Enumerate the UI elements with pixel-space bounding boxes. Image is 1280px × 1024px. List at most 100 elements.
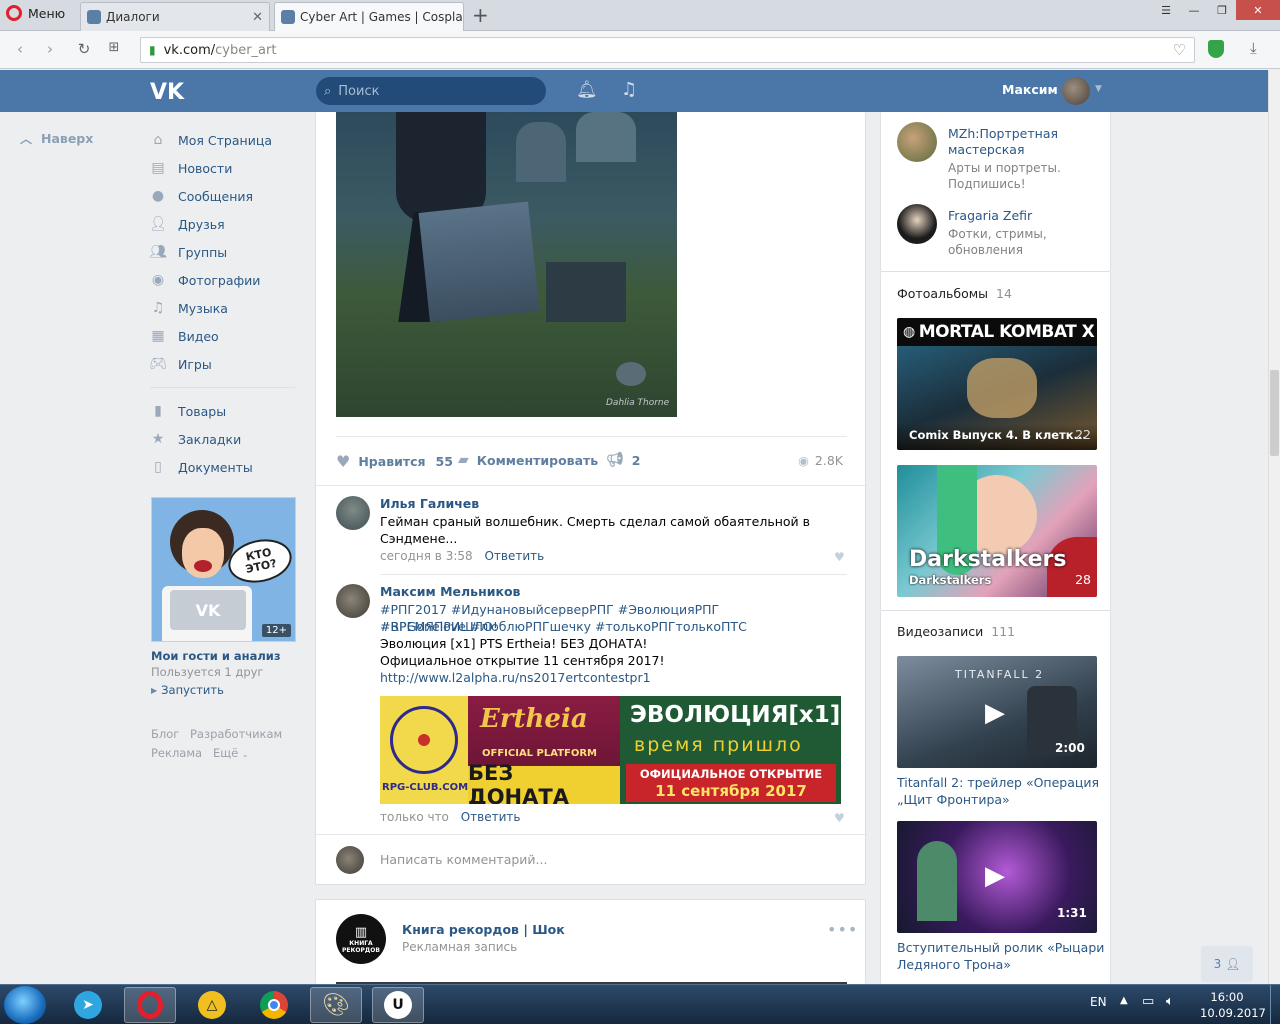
tab-cyber-art[interactable]: Cyber Art | Games | Cospla ✕ [274,2,464,31]
like-button[interactable]: ♥ Нравится 55 [336,452,453,471]
taskbar-app-u[interactable]: U [372,987,424,1023]
album-thumb-mkx[interactable]: ◍ MORTAL KOMBAT X Comix Выпуск 4. В клетк… [897,318,1097,450]
avatar[interactable] [336,496,370,530]
opera-menu-button[interactable]: Меню [6,5,65,21]
new-tab-button[interactable]: + [472,3,489,27]
vk-logo-icon[interactable]: VK [150,78,186,105]
tray-expand-icon[interactable]: ▲ [1120,995,1128,1006]
opera-icon [137,991,163,1019]
taskbar-app-triangle[interactable]: △ [186,987,238,1023]
comment-author[interactable]: Максим Мельников [380,584,520,599]
sidebar-item-video[interactable]: ▦ Видео [150,322,295,350]
bell-icon[interactable]: 🔔︎ [576,80,598,100]
sidebar-item-news[interactable]: ▤ Новости [150,154,295,182]
close-icon[interactable]: ✕ [463,10,464,25]
footer-more-link[interactable]: Ещё ⌄ [213,746,249,760]
footer-developers-link[interactable]: Разработчикам [190,727,282,741]
maximize-icon[interactable]: ❐ [1208,0,1236,20]
start-button-icon[interactable] [4,986,46,1024]
avatar[interactable]: ▥ КНИГА РЕКОРДОВ [336,914,386,964]
volume-icon[interactable]: 🔈︎ [1166,994,1174,1009]
reply-link[interactable]: Ответить [484,549,544,563]
contact-name[interactable]: MZh:Портретная мастерская [948,126,1058,158]
close-icon[interactable]: ✕ [246,10,263,25]
sidebar-item-friends[interactable]: 👤︎ Друзья [149,210,295,238]
reply-link[interactable]: Ответить [461,810,521,824]
show-desktop-button[interactable] [1270,985,1280,1024]
avatar[interactable] [336,584,370,618]
minimize-icon[interactable]: — [1180,0,1208,20]
comment-button[interactable]: ▰ Комментировать [458,452,598,468]
write-comment-input[interactable]: Написать комментарий... [380,852,547,867]
taskbar-telegram[interactable]: ➤ [62,987,114,1023]
comment-link[interactable]: http://www.l2alpha.ru/ns2017ertcontestpr… [380,669,651,686]
speed-dial-icon[interactable]: ⊞ [104,40,124,55]
comment-hashtags[interactable]: #RPGonelove #люблюРПГшечку #толькоРПГтол… [380,618,840,635]
reload-icon[interactable]: ↻ [74,40,94,58]
clock[interactable]: 16:00 10.09.2017 [1200,989,1266,1021]
more-options-icon[interactable]: ••• [827,920,858,939]
taskbar-paint[interactable]: 🎨︎ [310,987,362,1023]
like-count: 55 [435,454,453,469]
sidebar-item-bookmarks[interactable]: ★ Закладки [150,425,295,453]
app-ad-title[interactable]: Мои гости и анализ [151,649,281,663]
user-name[interactable]: Максим [1002,82,1058,97]
heart-icon[interactable]: ♥ [834,811,845,825]
megaphone-icon: 📢︎ [606,452,624,468]
heart-bookmark-icon[interactable]: ♡ [1173,41,1186,59]
sidebar-item-documents[interactable]: ▯ Документы [150,453,295,481]
taskbar-chrome[interactable] [248,987,300,1023]
footer-ads-link[interactable]: Реклама [151,746,202,760]
network-icon[interactable]: ▭ [1142,994,1154,1009]
ad-post-author[interactable]: Книга рекордов | Шок [402,922,565,937]
video-thumb-wow[interactable]: ▶ 1:31 [897,821,1097,933]
share-button[interactable]: 📢︎ 2 [606,452,640,468]
comment-banner-image[interactable]: RPG-CLUB.COM Ertheia OFFICIAL PLATFORM Б… [380,696,841,804]
play-icon[interactable]: ▶ [985,861,1005,891]
window-close-icon[interactable]: ✕ [1236,0,1280,20]
taskbar-opera[interactable] [124,987,176,1023]
sidebar-item-messages[interactable]: ● Сообщения [150,182,295,210]
sidebar-item-label: Сообщения [178,188,254,204]
chevron-down-icon[interactable]: ▼ [1095,84,1102,94]
tabs-menu-icon[interactable]: ☰ [1152,0,1180,20]
forward-icon[interactable]: › [40,40,60,58]
url-field[interactable]: ▮ vk.com/cyber_art ♡ [140,37,1195,63]
post-image[interactable]: Dahlia Thorne [336,112,677,417]
shield-icon[interactable] [1208,40,1224,58]
album-thumb-darkstalkers[interactable]: Darkstalkers Darkstalkers 28 [897,465,1097,597]
sidebar-item-music[interactable]: ♫ Музыка [150,294,295,322]
language-indicator[interactable]: EN [1090,995,1107,1009]
sidebar-item-my-page[interactable]: ⌂ Моя Страница [150,126,295,154]
app-ad-launch-link[interactable]: ▶ Запустить [151,683,224,697]
video-title[interactable]: Titanfall 2: трейлер «Операция „Щит Фрон… [897,774,1099,808]
heart-icon[interactable]: ♥ [834,550,845,564]
comment-author[interactable]: Илья Галичев [380,496,479,511]
avatar[interactable] [897,204,937,244]
back-icon[interactable]: ‹ [10,40,30,58]
tab-dialogs[interactable]: Диалоги ✕ [80,2,270,31]
app-ad-image[interactable]: VK КТО ЭТО? 12+ [151,497,296,642]
star-icon: ★ [151,431,165,447]
contact-name[interactable]: Fragaria Zefir [948,208,1032,223]
scrollbar[interactable] [1268,70,1280,984]
play-icon[interactable]: ▶ [985,698,1005,728]
sidebar-item-goods[interactable]: ▮ Товары [150,397,295,425]
avatar[interactable] [897,122,937,162]
video-title[interactable]: Вступительный ролик «Рыцари Ледяного Тро… [897,939,1104,973]
avatar[interactable] [1062,77,1090,105]
sidebar-item-groups[interactable]: 👥︎ Группы [149,238,295,266]
sidebar-item-photos[interactable]: ◉ Фотографии [150,266,295,294]
albums-title[interactable]: Фотоальбомы 14 [897,286,1012,301]
videos-title[interactable]: Видеозаписи 111 [897,624,1015,639]
comment-text: Гейман сраный волшебник. Смерть сделал с… [380,514,810,546]
video-thumb-titanfall[interactable]: TITANFALL 2 ▶ 2:00 [897,656,1097,768]
sidebar-item-games[interactable]: 🎮︎ Игры [149,350,295,378]
footer-blog-link[interactable]: Блог [151,727,179,741]
back-to-top-button[interactable]: ︿ Наверх [20,130,93,147]
friends-online-button[interactable]: 3 👤︎ [1201,946,1253,982]
download-icon[interactable]: ⤓ [1250,39,1257,57]
scrollbar-thumb[interactable] [1270,370,1279,456]
music-note-icon[interactable]: ♫ [621,79,637,100]
search-input[interactable]: ⌕ Поиск [316,77,546,105]
